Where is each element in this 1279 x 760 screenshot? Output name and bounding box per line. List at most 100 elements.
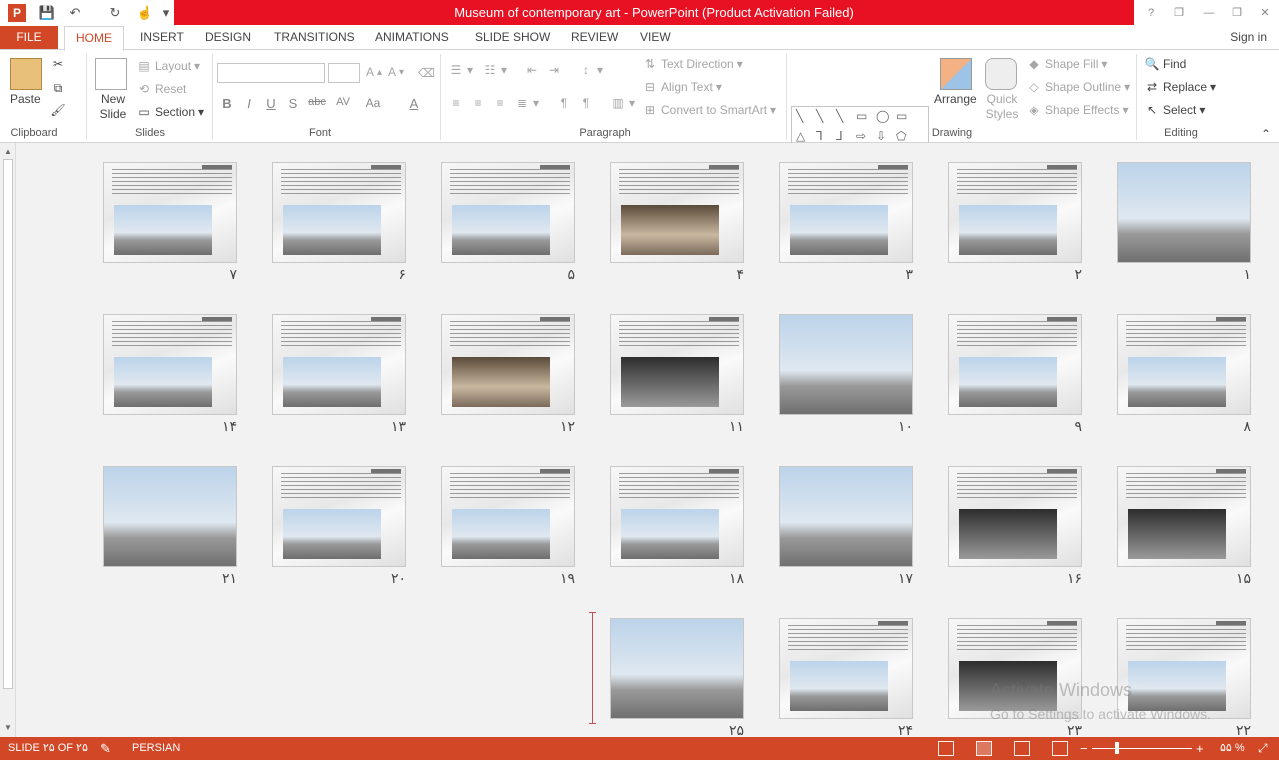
close-button[interactable]: ✕	[1254, 4, 1276, 22]
tab-review[interactable]: REVIEW	[571, 26, 618, 50]
convert-smartart-button[interactable]: ⊞ Convert to SmartArt ▾	[642, 102, 776, 118]
slide-thumbnail[interactable]	[948, 162, 1082, 263]
new-slide-button[interactable]: New Slide	[98, 92, 128, 122]
columns-icon[interactable]: ▥ ▾	[610, 95, 635, 111]
char-spacing-button[interactable]: AV	[332, 96, 354, 108]
tab-file[interactable]: FILE	[0, 26, 58, 50]
arrange-icon[interactable]	[940, 58, 972, 90]
slide-sorter-view-icon[interactable]	[976, 741, 992, 756]
strikethrough-button[interactable]: abc	[307, 96, 327, 108]
zoom-level[interactable]: ۵۵ %	[1220, 737, 1245, 760]
vertical-scrollbar[interactable]: ▲ ▼	[0, 143, 16, 737]
ribbon-display-icon[interactable]: ❐	[1168, 4, 1190, 22]
customize-qat-icon[interactable]: ▾	[160, 4, 172, 22]
tab-view[interactable]: VIEW	[640, 26, 671, 50]
tab-insert[interactable]: INSERT	[140, 26, 184, 50]
zoom-slider[interactable]	[1092, 748, 1192, 749]
replace-button[interactable]: ⇄ Replace ▾	[1144, 79, 1216, 95]
help-icon[interactable]: ?	[1140, 4, 1162, 22]
slide-thumbnail[interactable]	[103, 162, 237, 263]
justify-icon[interactable]: ≣ ▾	[514, 95, 539, 111]
ltr-icon[interactable]: ¶	[556, 95, 572, 111]
slide-thumbnail[interactable]	[779, 466, 913, 567]
slide-thumbnail[interactable]	[948, 466, 1082, 567]
align-text-button[interactable]: ⊟ Align Text ▾	[642, 79, 722, 95]
tab-transitions[interactable]: TRANSITIONS	[274, 26, 355, 50]
scroll-down-icon[interactable]: ▼	[0, 721, 16, 735]
font-color-button[interactable]: A	[406, 96, 422, 111]
shape-outline-button[interactable]: ◇ Shape Outline ▾	[1026, 79, 1130, 95]
change-case-button[interactable]: Aa	[362, 96, 384, 110]
minimize-button[interactable]: —	[1198, 4, 1220, 22]
numbering-icon[interactable]: ☷ ▾	[482, 62, 507, 78]
scroll-up-icon[interactable]: ▲	[0, 145, 16, 159]
undo-icon[interactable]: ↶	[66, 4, 84, 22]
find-button[interactable]: 🔍 Find	[1144, 56, 1187, 72]
new-slide-icon[interactable]	[95, 58, 127, 90]
redo-icon[interactable]: ↻	[106, 4, 124, 22]
layout-button[interactable]: ▤ Layout ▾	[136, 58, 200, 74]
slideshow-view-icon[interactable]	[1052, 741, 1068, 756]
slide-thumbnail[interactable]	[779, 314, 913, 415]
slide-thumbnail[interactable]	[610, 314, 744, 415]
rtl-icon[interactable]: ¶	[578, 95, 594, 111]
slide-thumbnail[interactable]	[272, 162, 406, 263]
touch-mode-icon[interactable]: ☝	[136, 4, 154, 22]
bullets-icon[interactable]: ☰ ▾	[448, 62, 473, 78]
slide-thumbnail[interactable]	[948, 314, 1082, 415]
align-center-icon[interactable]: ≡	[470, 95, 486, 111]
slide-thumbnail[interactable]	[610, 162, 744, 263]
reset-button[interactable]: ⟲ Reset	[136, 81, 186, 97]
shape-effects-button[interactable]: ◈ Shape Effects ▾	[1026, 102, 1128, 118]
slide-thumbnail[interactable]	[610, 466, 744, 567]
slide-thumbnail[interactable]	[610, 618, 744, 719]
zoom-out-icon[interactable]: −	[1080, 737, 1088, 760]
clear-formatting-icon[interactable]: ⌫	[418, 65, 435, 81]
quick-styles-button[interactable]: Quick Styles	[982, 92, 1022, 122]
align-right-icon[interactable]: ≡	[492, 95, 508, 111]
slide-thumbnail[interactable]	[1117, 466, 1251, 567]
copy-icon[interactable]: ⧉	[50, 80, 66, 96]
shadow-button[interactable]: S	[285, 96, 301, 111]
quick-styles-icon[interactable]	[985, 58, 1017, 90]
align-left-icon[interactable]: ≡	[448, 95, 464, 111]
scroll-thumb[interactable]	[3, 159, 13, 689]
maximize-button[interactable]: ❐	[1226, 4, 1248, 22]
grow-font-button[interactable]: A ▴	[366, 65, 382, 79]
slide-thumbnail[interactable]	[1117, 618, 1251, 719]
slide-thumbnail[interactable]	[779, 618, 913, 719]
slide-thumbnail[interactable]	[441, 162, 575, 263]
normal-view-icon[interactable]	[938, 741, 954, 756]
tab-slide-show[interactable]: SLIDE SHOW	[475, 26, 550, 50]
shape-fill-button[interactable]: ◆ Shape Fill ▾	[1026, 56, 1107, 72]
italic-button[interactable]: I	[241, 96, 257, 111]
language-indicator[interactable]: PERSIAN	[132, 737, 180, 760]
sign-in-link[interactable]: Sign in	[1230, 26, 1267, 49]
tab-home[interactable]: HOME	[64, 26, 124, 51]
zoom-in-icon[interactable]: +	[1196, 737, 1204, 760]
arrange-button[interactable]: Arrange	[934, 92, 977, 106]
cut-icon[interactable]: ✂	[50, 56, 66, 72]
select-button[interactable]: ↖ Select ▾	[1144, 102, 1205, 118]
slide-thumbnail[interactable]	[948, 618, 1082, 719]
bold-button[interactable]: B	[219, 96, 235, 111]
font-size-box[interactable]	[328, 63, 360, 83]
slide-thumbnail[interactable]	[779, 162, 913, 263]
decrease-indent-icon[interactable]: ⇤	[524, 62, 540, 78]
spellcheck-icon[interactable]: ✎	[100, 737, 111, 760]
slide-thumbnail[interactable]	[441, 314, 575, 415]
section-button[interactable]: ▭ Section ▾	[136, 104, 204, 120]
underline-button[interactable]: U	[263, 96, 279, 111]
format-painter-icon[interactable]: 🖌	[50, 102, 66, 118]
shrink-font-button[interactable]: A ▾	[388, 65, 404, 79]
slide-thumbnail[interactable]	[441, 466, 575, 567]
slide-thumbnail[interactable]	[103, 466, 237, 567]
slide-thumbnail[interactable]	[1117, 314, 1251, 415]
slide-thumbnail[interactable]	[272, 314, 406, 415]
slide-thumbnail[interactable]	[272, 466, 406, 567]
text-direction-button[interactable]: ⇅ Text Direction ▾	[642, 56, 743, 72]
powerpoint-app-icon[interactable]: P	[8, 4, 26, 22]
tab-animations[interactable]: ANIMATIONS	[375, 26, 449, 50]
font-name-box[interactable]	[217, 63, 325, 83]
line-spacing-icon[interactable]: ↕ ▾	[578, 62, 603, 78]
